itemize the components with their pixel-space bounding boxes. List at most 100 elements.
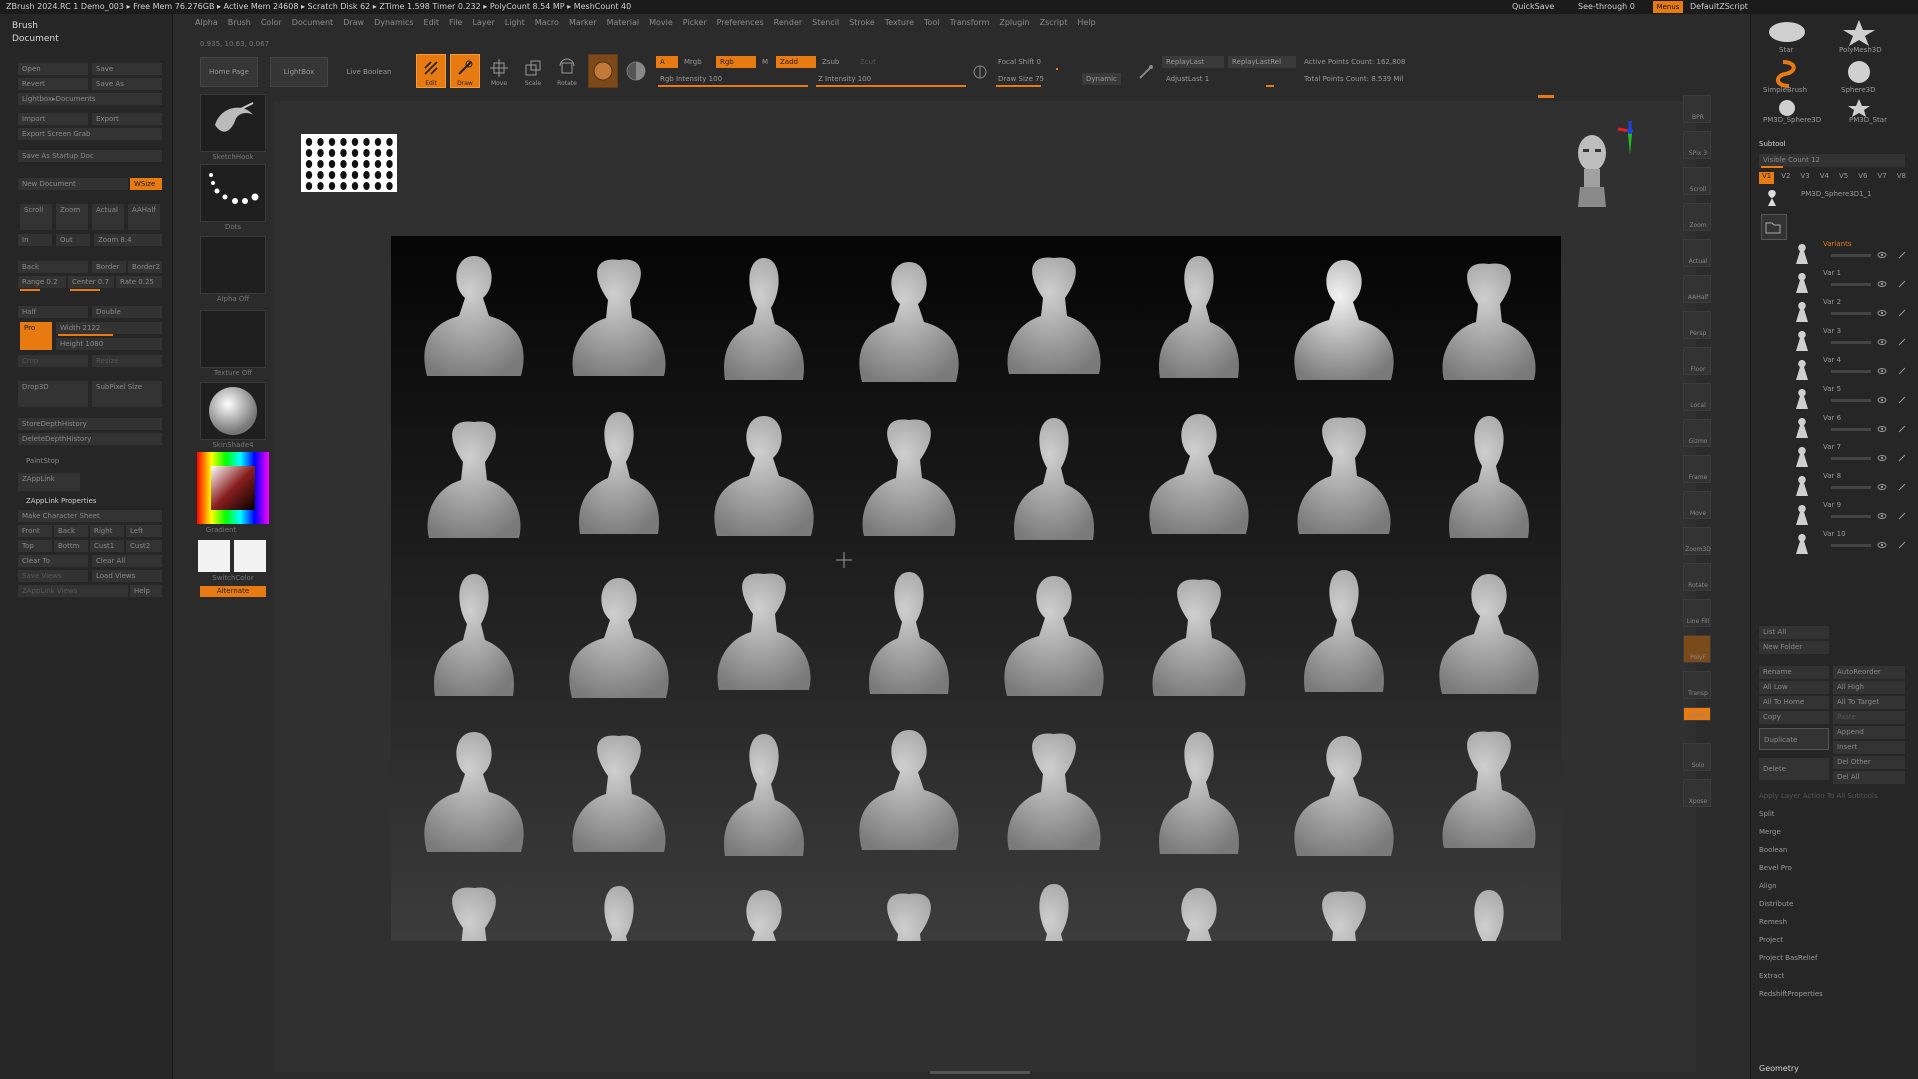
sculpt-bust[interactable]	[554, 404, 684, 554]
rename-button[interactable]: Rename	[1759, 666, 1829, 679]
wsize-button[interactable]: WSize	[130, 178, 162, 190]
visibility-tab-v2[interactable]: V2	[1778, 172, 1793, 184]
back-color-button[interactable]: Back	[18, 261, 88, 273]
sculpt-bust[interactable]	[989, 720, 1119, 870]
shelf-scroll-button[interactable]: Scroll	[1683, 167, 1711, 195]
save-as-startup-button[interactable]: Save As Startup Doc	[18, 150, 162, 162]
pm3d-sphere3d-tool-thumb[interactable]: PM3D_Sphere3D	[1763, 98, 1823, 128]
sculpt-bust[interactable]	[844, 404, 974, 554]
sculpt-bust[interactable]	[554, 876, 684, 941]
eye-icon[interactable]	[1877, 279, 1887, 289]
zoom-button[interactable]: Zoom	[56, 204, 88, 230]
submenu-distribute[interactable]: Distribute	[1759, 900, 1909, 918]
menu-help[interactable]: Help	[1077, 18, 1095, 32]
axis-gizmo[interactable]	[1614, 119, 1644, 159]
visibility-tab-v1[interactable]: V1	[1759, 172, 1775, 184]
list-all-button[interactable]: List All	[1759, 626, 1829, 639]
pro-button[interactable]: Pro	[20, 322, 52, 350]
delete-depth-history-button[interactable]: DeleteDepthHistory	[18, 433, 162, 445]
new-document-button[interactable]: New Document	[18, 178, 128, 190]
subtool-top-row[interactable]: PM3D_Sphere3D1_1	[1761, 188, 1907, 208]
3d-viewport[interactable]	[391, 236, 1561, 941]
sculpt-bust[interactable]	[989, 562, 1119, 712]
back-view-button[interactable]: Back	[54, 525, 88, 537]
sculpt-bust[interactable]	[844, 876, 974, 941]
aahalf-button[interactable]: AAHalf	[128, 204, 160, 230]
home-page-button[interactable]: Home Page	[200, 57, 258, 87]
save-as-button[interactable]: Save As	[92, 78, 162, 90]
menu-texture[interactable]: Texture	[885, 18, 914, 32]
menu-material[interactable]: Material	[607, 18, 640, 32]
menu-document[interactable]: Document	[292, 18, 333, 32]
menu-light[interactable]: Light	[505, 18, 525, 32]
menus-toggle[interactable]: Menus	[1653, 1, 1683, 13]
sculpt-bust[interactable]	[1279, 246, 1409, 396]
texture-thumbnail[interactable]	[200, 310, 266, 368]
brush-visibility-icon[interactable]	[1897, 337, 1907, 347]
sculpt-bust[interactable]	[409, 404, 539, 554]
help-button[interactable]: Help	[130, 585, 162, 597]
bottom-scroll-indicator[interactable]	[930, 1071, 1030, 1074]
delete-button[interactable]: Delete	[1759, 758, 1829, 780]
shelf-rotate-button[interactable]: Rotate	[1683, 563, 1711, 591]
eye-icon[interactable]	[1877, 424, 1887, 434]
switch-color-label[interactable]: SwitchColor	[200, 574, 266, 582]
zapplink-views-button[interactable]: ZAppLink Views	[18, 585, 128, 597]
brush-visibility-icon[interactable]	[1897, 453, 1907, 463]
rgb-intensity-slider[interactable]: Rgb Intensity 100	[656, 73, 806, 85]
texture-swatch[interactable]	[622, 54, 650, 88]
visibility-tab-v6[interactable]: V6	[1855, 172, 1870, 184]
visibility-tab-v3[interactable]: V3	[1798, 172, 1813, 184]
focal-shift-slider[interactable]: Focal Shift 0	[994, 56, 1114, 68]
rotate-mode-button[interactable]: Rotate	[552, 54, 582, 88]
range-slider[interactable]: Range 0.2	[18, 276, 66, 288]
menu-dynamics[interactable]: Dynamics	[374, 18, 413, 32]
subtool-row[interactable]: Var 5	[1785, 385, 1915, 415]
quicksave-button[interactable]: QuickSave	[1512, 2, 1554, 11]
alpha-thumbnail[interactable]	[200, 236, 266, 294]
insert-button[interactable]: Insert	[1833, 741, 1905, 754]
subtool-row[interactable]: Var 1	[1785, 269, 1915, 299]
sculpt-bust[interactable]	[1424, 562, 1554, 712]
double-button[interactable]: Double	[92, 306, 162, 318]
zadd-toggle[interactable]: Zadd	[776, 56, 816, 68]
sculpt-bust[interactable]	[699, 246, 829, 396]
zapplink-button[interactable]: ZAppLink	[18, 473, 80, 491]
eye-icon[interactable]	[1877, 453, 1887, 463]
sculpt-bust[interactable]	[1424, 246, 1554, 396]
sculpt-bust[interactable]	[989, 876, 1119, 941]
import-button[interactable]: Import	[18, 113, 88, 125]
live-boolean-button[interactable]: Live Boolean	[338, 57, 400, 87]
menu-marker[interactable]: Marker	[569, 18, 597, 32]
border2-button[interactable]: Border2	[128, 261, 162, 273]
clear-all-button[interactable]: Clear All	[92, 555, 162, 567]
menu-alpha[interactable]: Alpha	[195, 18, 218, 32]
mrgb-toggle[interactable]: Mrgb	[680, 56, 706, 68]
visibility-tab-v7[interactable]: V7	[1875, 172, 1890, 184]
m-toggle[interactable]: M	[758, 56, 772, 68]
navigation-head-gizmo[interactable]	[1572, 131, 1612, 207]
open-button[interactable]: Open	[18, 63, 88, 75]
subtool-opacity-bar[interactable]	[1831, 370, 1871, 373]
center-slider[interactable]: Center 0.7	[68, 276, 114, 288]
sculpt-bust[interactable]	[554, 720, 684, 870]
shelf-actual-button[interactable]: Actual	[1683, 239, 1711, 267]
eye-icon[interactable]	[1877, 308, 1887, 318]
menu-file[interactable]: File	[449, 18, 462, 32]
visibility-tab-v4[interactable]: V4	[1817, 172, 1832, 184]
submenu-align[interactable]: Align	[1759, 882, 1909, 900]
crop-button[interactable]: Crop	[18, 355, 88, 367]
zoom-out-button[interactable]: Out	[56, 234, 90, 246]
geometry-header[interactable]: Geometry	[1759, 1064, 1799, 1073]
subtool-row[interactable]: Var 7	[1785, 443, 1915, 473]
sculpt-bust[interactable]	[1134, 404, 1264, 554]
menu-render[interactable]: Render	[774, 18, 802, 32]
shelf-persp-button[interactable]: Persp	[1683, 311, 1711, 339]
polymesh3d-tool-thumb[interactable]: PolyMesh3D	[1835, 18, 1895, 56]
zcut-toggle[interactable]: Zcut	[856, 56, 880, 68]
shelf-bpr-button[interactable]: BPR	[1683, 95, 1711, 123]
replay-last-rel-button[interactable]: ReplayLastRel	[1228, 56, 1296, 68]
export-button[interactable]: Export	[92, 113, 162, 125]
eye-icon[interactable]	[1877, 540, 1887, 550]
lazy-mouse-button[interactable]	[968, 58, 992, 84]
